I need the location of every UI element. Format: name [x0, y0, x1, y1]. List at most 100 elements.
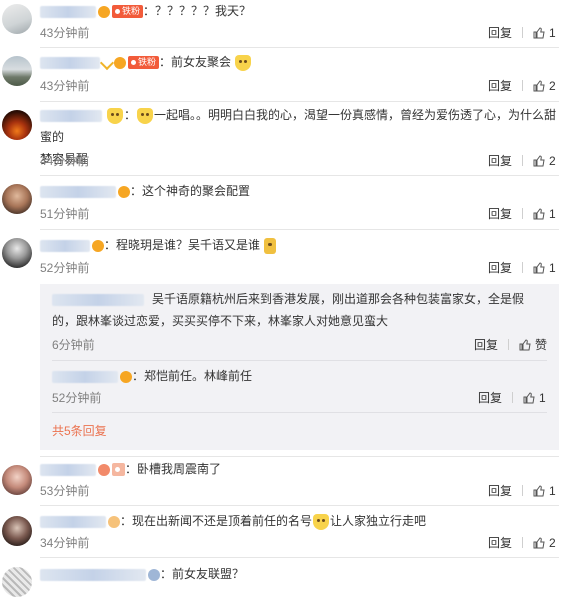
like-button[interactable]: 1: [533, 26, 557, 40]
vip-icon: [120, 370, 132, 383]
reply-text: ：郑恺前任。林峰前任: [132, 369, 253, 383]
comment-time: 53分钟前: [40, 484, 90, 498]
reply-item: 吴千语原籍杭州后来到香港发展，刚出道那会各种包装富家女，全是假 的，跟林峯谈过恋…: [52, 288, 547, 332]
avatar[interactable]: [2, 4, 32, 34]
reply-button[interactable]: 回复: [488, 153, 512, 169]
like-button[interactable]: 2: [533, 536, 557, 550]
vip-icon: [92, 239, 104, 252]
avatar[interactable]: [2, 516, 32, 546]
username-blurred[interactable]: [40, 568, 146, 581]
comment-actions: 回复 1: [488, 483, 557, 499]
comment-text: ：？？？？？我天？: [143, 4, 252, 18]
thumbs-up-icon: [533, 155, 545, 167]
comment-text: ：: [124, 108, 137, 122]
comment-actions: 回复 1: [488, 260, 557, 276]
divider: [52, 412, 547, 413]
username-blurred[interactable]: [40, 515, 106, 528]
like-count: 2: [549, 154, 556, 168]
avatar[interactable]: [2, 567, 32, 597]
comment-time: 43分钟前: [40, 26, 90, 40]
divider: [40, 175, 559, 176]
reply-button[interactable]: 回复: [478, 390, 502, 406]
comment-actions: 回复 1: [488, 206, 557, 222]
like-label: 赞: [534, 338, 547, 352]
like-button[interactable]: 1: [533, 207, 557, 221]
divider: [40, 557, 559, 558]
divider: [522, 262, 523, 273]
divider: [512, 392, 513, 403]
like-button[interactable]: 赞: [519, 338, 547, 352]
cat-emoji-icon: [107, 107, 123, 124]
username-blurred[interactable]: [40, 5, 96, 18]
cat-emoji-icon: [137, 107, 154, 124]
like-count: 1: [549, 484, 556, 498]
like-button[interactable]: 1: [523, 391, 547, 405]
divider: [40, 456, 559, 457]
username-blurred[interactable]: [52, 370, 118, 383]
comment-time: 52分钟前: [40, 261, 90, 275]
reply-button[interactable]: 回复: [488, 260, 512, 276]
comment-text: ：现在出新闻不还是顶着前任的名号: [120, 514, 313, 528]
vip-icon: [108, 515, 120, 528]
username-blurred[interactable]: [40, 56, 100, 69]
comment-time: 51分钟前: [40, 207, 90, 221]
reply-actions: 回复 赞: [474, 337, 547, 353]
thumbs-up-icon: [533, 485, 545, 497]
username-blurred[interactable]: [40, 185, 116, 198]
reply-time: 6分钟前: [52, 338, 95, 352]
reply-button[interactable]: 回复: [488, 78, 512, 94]
reply-actions: 回复 1: [478, 390, 547, 406]
divider: [522, 27, 523, 38]
comment-text: ：前女友联盟？: [160, 567, 245, 581]
vip-icon: [98, 5, 110, 18]
divider: [52, 360, 547, 361]
comment-text: ：这个神奇的聚会配置: [130, 184, 251, 198]
username-blurred[interactable]: [52, 293, 144, 306]
thumbs-up-icon: [533, 262, 545, 274]
like-button[interactable]: 1: [533, 484, 557, 498]
like-count: 2: [549, 79, 556, 93]
comment-actions: 回复 2: [488, 78, 557, 94]
comment-actions: 回复 2: [488, 153, 557, 169]
thumbs-up-icon: [523, 392, 535, 404]
like-button[interactable]: 2: [533, 154, 557, 168]
divider: [522, 208, 523, 219]
username-blurred[interactable]: [40, 239, 90, 252]
divider: [522, 485, 523, 496]
reply-button[interactable]: 回复: [488, 206, 512, 222]
reply-text-cont: 的，跟林峯谈过恋爱，买买买停不下来，林峯家人对她意见蛮大: [52, 314, 389, 328]
fan-badge: 铁粉: [112, 5, 144, 19]
like-count: 1: [549, 26, 556, 40]
divider: [522, 155, 523, 166]
avatar[interactable]: [2, 465, 32, 495]
fan-badge: [112, 463, 125, 477]
divider: [522, 537, 523, 548]
bottle-emoji-icon: [264, 237, 277, 254]
comment-text: ：程晓玥是谁？吴千语又是谁: [104, 238, 261, 252]
comment-actions: 回复 2: [488, 535, 557, 551]
avatar[interactable]: [2, 110, 32, 140]
vip-icon: [118, 185, 130, 198]
username-blurred[interactable]: [40, 463, 96, 476]
divider: [522, 80, 523, 91]
reply-button[interactable]: 回复: [488, 483, 512, 499]
comment-time: 44分钟前: [40, 154, 90, 168]
divider: [40, 505, 559, 506]
comment-text: ：卧槽我周震南了: [125, 462, 222, 476]
reply-button[interactable]: 回复: [488, 535, 512, 551]
like-button[interactable]: 2: [533, 79, 557, 93]
cat-emoji-icon: [235, 54, 252, 71]
avatar[interactable]: [2, 56, 32, 86]
avatar[interactable]: [2, 238, 32, 268]
reply-button[interactable]: 回复: [474, 337, 498, 353]
like-button[interactable]: 1: [533, 261, 557, 275]
reply-text: 吴千语原籍杭州后来到香港发展，刚出道那会各种包装富家女，全是假: [152, 292, 525, 306]
thumbs-up-icon: [533, 80, 545, 92]
username-blurred[interactable]: [40, 109, 102, 122]
divider: [507, 339, 509, 350]
reply-item: ：郑恺前任。林峰前任: [52, 366, 547, 386]
avatar[interactable]: [2, 184, 32, 214]
reply-button[interactable]: 回复: [488, 25, 512, 41]
more-replies-link[interactable]: 共5条回复: [52, 422, 107, 439]
comment-text: ：前女友聚会: [159, 55, 232, 69]
